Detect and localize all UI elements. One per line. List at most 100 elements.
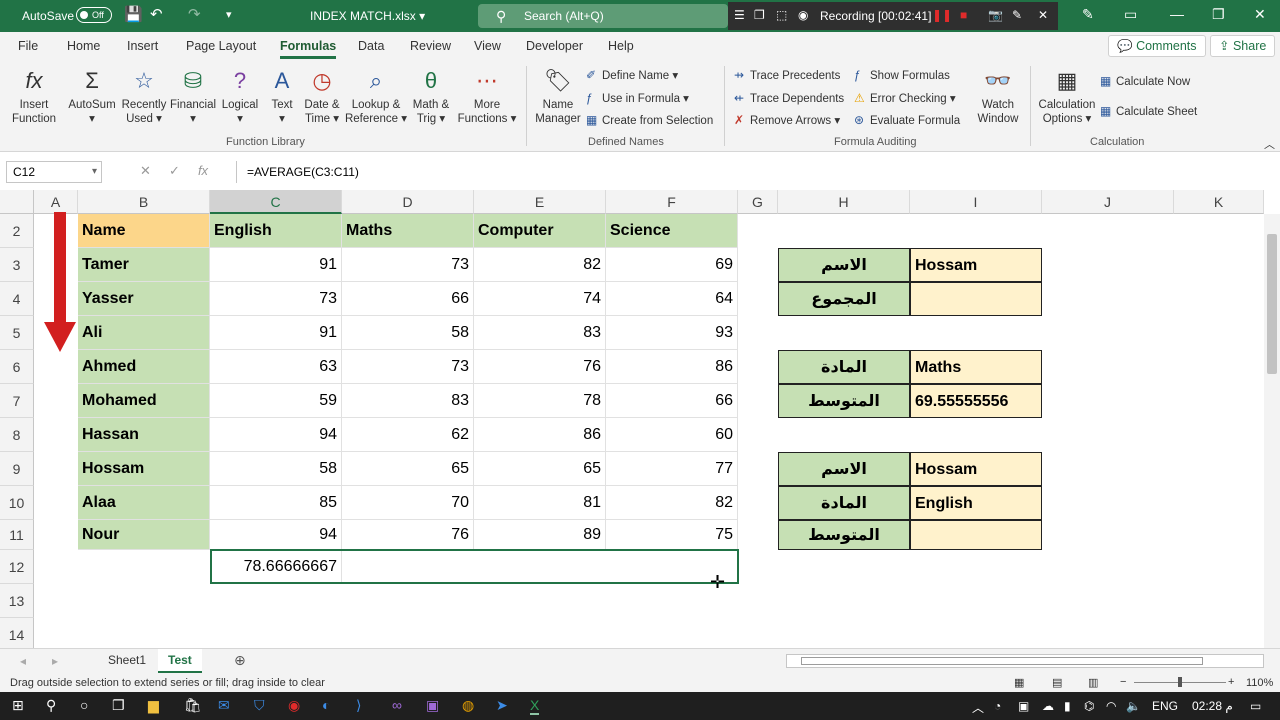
page-break-view-icon[interactable]: ▥ (1088, 676, 1098, 689)
name-box[interactable]: C12 (6, 161, 102, 183)
student-name-cell[interactable]: Yasser (78, 282, 210, 316)
score-cell[interactable]: 65 (474, 452, 606, 486)
tab-home[interactable]: Home (67, 39, 100, 53)
math-trig-button[interactable]: θ Math & Trig ▾ (408, 64, 454, 126)
score-cell[interactable]: 93 (606, 316, 738, 350)
formula-input[interactable]: =AVERAGE(C3:C11) (236, 161, 1272, 183)
task-view-icon[interactable]: ❐ (112, 697, 125, 714)
stop-icon[interactable]: ■ (960, 8, 967, 22)
normal-view-icon[interactable]: ▦ (1014, 676, 1024, 689)
student-name-cell[interactable]: Ali (78, 316, 210, 350)
score-cell[interactable]: 75 (606, 520, 738, 550)
student-name-cell[interactable]: Alaa (78, 486, 210, 520)
row-header-10[interactable]: 10 (0, 486, 34, 520)
evaluate-formula-button[interactable]: ⊛ Evaluate Formula (854, 113, 960, 127)
score-cell[interactable]: 85 (210, 486, 342, 520)
wifi-icon[interactable]: ◠ (1106, 699, 1116, 713)
lookup3-name-label[interactable]: الاسم (778, 452, 910, 486)
page-layout-view-icon[interactable]: ▤ (1052, 676, 1062, 689)
edge-icon[interactable]: ◐ (322, 697, 330, 713)
enter-icon[interactable]: ✓ (169, 163, 180, 178)
collapse-ribbon-icon[interactable]: ︿ (1264, 136, 1275, 152)
tab-page-layout[interactable]: Page Layout (186, 39, 256, 53)
menu-icon[interactable]: ☰ (734, 8, 745, 22)
search-box[interactable]: ⚲ Search (Alt+Q) (478, 4, 728, 28)
shield-icon[interactable]: ⛉ (254, 697, 265, 714)
student-name-cell[interactable]: Ahmed (78, 350, 210, 384)
insert-function-icon[interactable]: fx (198, 163, 208, 178)
network-icon[interactable]: ⌬ (1084, 699, 1094, 713)
autosave-toggle[interactable]: Off (76, 7, 112, 23)
score-cell[interactable]: 70 (342, 486, 474, 520)
score-cell[interactable]: 62 (342, 418, 474, 452)
table-header-english[interactable]: English (210, 214, 342, 248)
score-cell[interactable]: 58 (342, 316, 474, 350)
column-header-i[interactable]: I (910, 190, 1042, 214)
row-header-9[interactable]: 9 (0, 452, 34, 486)
redo-icon[interactable]: ↷ (188, 6, 201, 24)
lookup-total-label[interactable]: المجموع (778, 282, 910, 316)
recently-used-button[interactable]: ☆ Recently Used ▾ (120, 64, 168, 126)
score-cell[interactable]: 73 (210, 282, 342, 316)
score-cell[interactable]: 91 (210, 248, 342, 282)
row-header-2[interactable]: 2 (0, 214, 34, 248)
student-name-cell[interactable]: Mohamed (78, 384, 210, 418)
remove-arrows-button[interactable]: ✗ Remove Arrows ▾ (734, 113, 840, 127)
lookup-name-label[interactable]: الاسم (778, 248, 910, 282)
name-manager-button[interactable]: 🏷 Name Manager (534, 64, 582, 126)
trace-dependents-button[interactable]: ⇷ Trace Dependents (734, 91, 844, 105)
tab-file[interactable]: File (18, 39, 38, 53)
autosum-button[interactable]: Σ AutoSum ▾ (66, 64, 118, 126)
ribbon-display-icon[interactable]: ▭ (1124, 6, 1137, 23)
zoom-in-icon[interactable]: + (1228, 676, 1234, 688)
error-checking-button[interactable]: ⚠ Error Checking ▾ (854, 91, 956, 105)
score-cell[interactable]: 76 (474, 350, 606, 384)
column-header-c[interactable]: C (210, 190, 342, 214)
score-cell[interactable]: 83 (474, 316, 606, 350)
more-functions-button[interactable]: ⋯ More Functions ▾ (456, 64, 518, 126)
pause-icon[interactable]: ❚❚ (932, 8, 952, 22)
lookup-subject-value[interactable]: Maths (910, 350, 1042, 384)
score-cell[interactable]: 94 (210, 418, 342, 452)
recorder-icon[interactable]: ◉ (288, 697, 300, 714)
region-icon[interactable]: ⬚ (776, 8, 787, 22)
score-cell[interactable]: 94 (210, 520, 342, 550)
row-header-5[interactable]: 5 (0, 316, 34, 350)
score-cell[interactable]: 74 (474, 282, 606, 316)
cancel-icon[interactable]: ✕ (140, 163, 151, 178)
column-header-k[interactable]: K (1174, 190, 1264, 214)
column-header-h[interactable]: H (778, 190, 910, 214)
tab-help[interactable]: Help (608, 39, 634, 53)
score-cell[interactable]: 63 (210, 350, 342, 384)
tab-review[interactable]: Review (410, 39, 451, 53)
pen-icon[interactable]: ✎ (1012, 8, 1022, 22)
score-cell[interactable]: 65 (342, 452, 474, 486)
text-button[interactable]: A Text ▾ (264, 64, 300, 126)
prev-sheet-icon[interactable]: ◂ (20, 654, 26, 668)
comments-button[interactable]: 💬 Comments (1108, 35, 1206, 57)
create-from-selection-button[interactable]: ▦ Create from Selection (586, 113, 713, 127)
table-header-computer[interactable]: Computer (474, 214, 606, 248)
tab-insert[interactable]: Insert (127, 39, 158, 53)
lookup-name-value[interactable]: Hossam (910, 248, 1042, 282)
excel-taskbar-icon[interactable]: X (530, 697, 540, 715)
insert-function-button[interactable]: fx Insert Function (10, 64, 58, 126)
row-header-14[interactable]: 14 (0, 618, 34, 648)
battery-icon[interactable]: ▮ (1064, 699, 1071, 713)
file-name[interactable]: INDEX MATCH.xlsx ▾ (310, 9, 425, 23)
financial-button[interactable]: ⛁ Financial ▾ (170, 64, 216, 126)
telegram-icon[interactable]: ➤ (496, 697, 508, 714)
student-name-cell[interactable]: Tamer (78, 248, 210, 282)
taskbar-search-icon[interactable]: ⚲ (46, 697, 56, 714)
row-header-11[interactable]: 11 (0, 520, 34, 550)
lookup3-subject-label[interactable]: المادة (778, 486, 910, 520)
score-cell[interactable]: 59 (210, 384, 342, 418)
add-sheet-icon[interactable]: ⊕ (234, 652, 246, 669)
column-header-g[interactable]: G (738, 190, 778, 214)
score-cell[interactable]: 64 (606, 282, 738, 316)
column-header-b[interactable]: B (78, 190, 210, 214)
keyboard-language[interactable]: ENG (1152, 699, 1178, 713)
column-header-a[interactable]: A (34, 190, 78, 214)
calculate-now-button[interactable]: ▦ Calculate Now (1100, 74, 1190, 88)
lookup3-average-value[interactable] (910, 520, 1042, 550)
